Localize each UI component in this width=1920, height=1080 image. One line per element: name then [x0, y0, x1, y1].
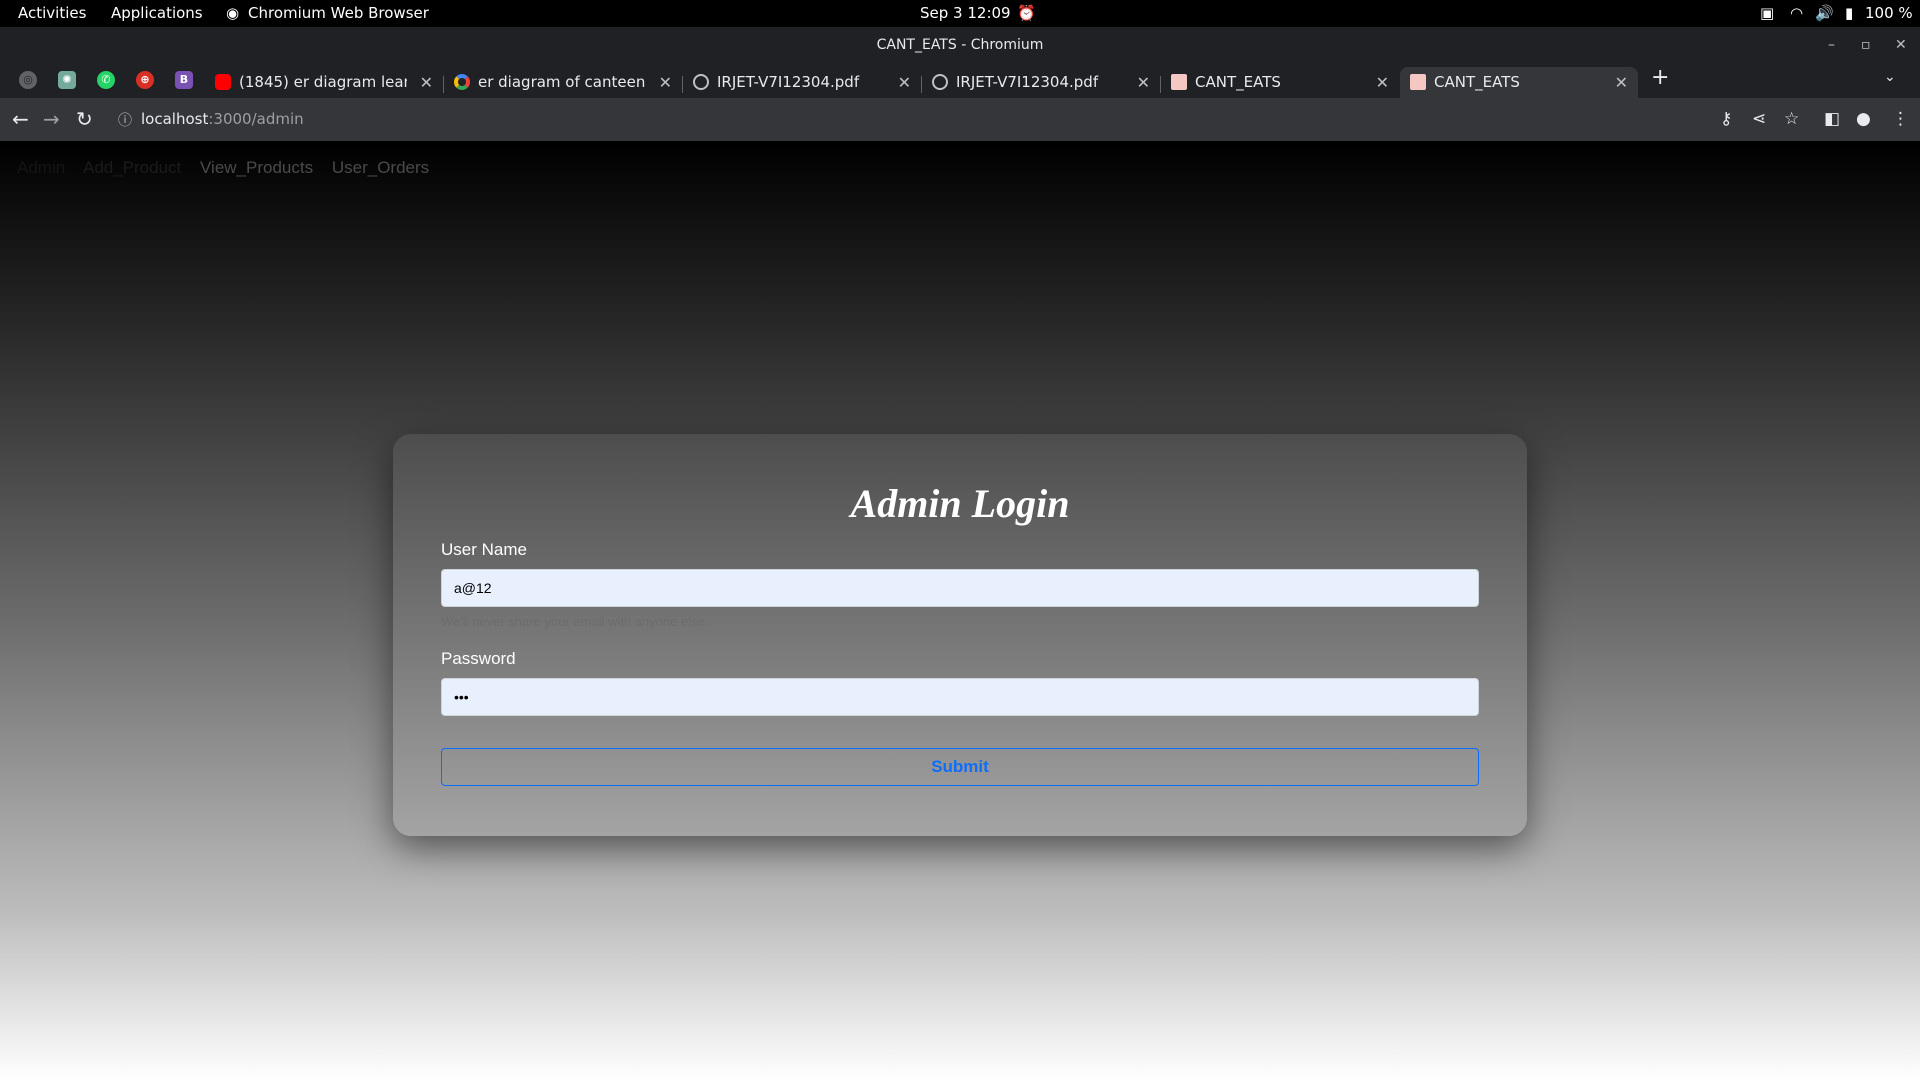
clock[interactable]: Sep 3 12:09 — [920, 4, 1011, 22]
pinned-tab-globe-icon[interactable]: ◎ — [19, 71, 37, 89]
alarm-icon: ⏰ — [1017, 4, 1036, 22]
tab-search-chevron-icon[interactable]: ⌄ — [1884, 69, 1896, 85]
toolbar: ← → ↻ ⓘ localhost:3000/admin ⚷ ⋖ ☆ ◧ ● ⋮ — [0, 98, 1920, 141]
profile-icon[interactable]: ● — [1856, 108, 1871, 130]
youtube-icon — [215, 74, 231, 90]
tab-youtube[interactable]: (1845) er diagram learning ✕ — [205, 67, 443, 98]
wifi-icon[interactable]: ◠ — [1790, 4, 1803, 22]
password-input[interactable] — [441, 678, 1479, 716]
tab-pdf-1[interactable]: IRJET-V7I12304.pdf ✕ — [683, 67, 921, 98]
tab-title: er diagram of canteen ma — [478, 73, 646, 91]
email-help-text: We'll never share your email with anyone… — [441, 614, 709, 629]
nav-add-product[interactable]: Add_Product — [83, 158, 181, 177]
tab-title: (1845) er diagram learning — [239, 73, 407, 91]
tab-strip: ◎ ✺ ✆ ⊕ B (1845) er diagram learning ✕ e… — [0, 63, 1920, 98]
minimize-icon[interactable]: – — [1828, 27, 1835, 63]
window-title: CANT_EATS - Chromium — [876, 37, 1044, 53]
system-top-bar: Activities Applications ◉ Chromium Web B… — [0, 0, 1920, 27]
app-navbar: Admin Add_Product View_Products User_Ord… — [17, 158, 443, 178]
tab-close-icon[interactable]: ✕ — [1376, 67, 1389, 98]
nav-admin[interactable]: Admin — [17, 158, 65, 177]
tab-pdf-2[interactable]: IRJET-V7I12304.pdf ✕ — [922, 67, 1160, 98]
reload-icon[interactable]: ↻ — [76, 107, 93, 131]
pinned-tab-chatgpt-icon[interactable]: ✺ — [58, 71, 76, 89]
forward-icon[interactable]: → — [43, 107, 60, 131]
menu-kebab-icon[interactable]: ⋮ — [1892, 108, 1909, 130]
tab-close-icon[interactable]: ✕ — [898, 67, 911, 98]
tab-close-icon[interactable]: ✕ — [1615, 67, 1628, 98]
login-card: Admin Login User Name We'll never share … — [393, 434, 1527, 836]
share-icon[interactable]: ⋖ — [1752, 108, 1766, 130]
tab-title: IRJET-V7I12304.pdf — [717, 73, 860, 91]
address-bar[interactable]: localhost:3000/admin — [141, 110, 304, 128]
pinned-tab-bootstrap-icon[interactable]: B — [175, 71, 193, 89]
submit-button[interactable]: Submit — [441, 748, 1479, 786]
battery-percent: 100 % — [1865, 4, 1913, 22]
tab-close-icon[interactable]: ✕ — [420, 67, 433, 98]
restore-icon[interactable]: ▫ — [1861, 27, 1871, 63]
back-icon[interactable]: ← — [12, 107, 29, 131]
tab-close-icon[interactable]: ✕ — [1137, 67, 1150, 98]
globe-icon — [693, 74, 709, 90]
username-label: User Name — [441, 540, 527, 559]
tab-title: CANT_EATS — [1434, 73, 1520, 91]
applications-menu[interactable]: Applications — [111, 4, 203, 22]
screen-cast-icon[interactable]: ▣ — [1760, 4, 1774, 22]
username-input[interactable] — [441, 569, 1479, 607]
url-path: :3000/admin — [208, 110, 304, 128]
tab-close-icon[interactable]: ✕ — [659, 67, 672, 98]
app-icon — [1410, 74, 1426, 90]
app-icon — [1171, 74, 1187, 90]
pinned-tab-lifesaver-icon[interactable]: ⊕ — [136, 71, 154, 89]
page-content: Admin Add_Product View_Products User_Ord… — [0, 141, 1920, 1080]
browser-chrome: CANT_EATS - Chromium – ▫ ✕ ◎ ✺ ✆ ⊕ B (18… — [0, 27, 1920, 141]
side-panel-icon[interactable]: ◧ — [1824, 108, 1840, 130]
site-info-icon[interactable]: ⓘ — [118, 110, 132, 130]
nav-view-products[interactable]: View_Products — [200, 158, 313, 177]
key-icon[interactable]: ⚷ — [1720, 108, 1732, 130]
bookmark-star-icon[interactable]: ☆ — [1784, 108, 1799, 130]
login-heading: Admin Login — [850, 481, 1070, 526]
tab-google-search[interactable]: er diagram of canteen ma ✕ — [444, 67, 682, 98]
volume-icon[interactable]: 🔊 — [1815, 4, 1834, 22]
activities-button[interactable]: Activities — [18, 4, 86, 22]
globe-icon — [932, 74, 948, 90]
password-label: Password — [441, 649, 516, 668]
close-window-icon[interactable]: ✕ — [1895, 27, 1907, 63]
app-menu-label[interactable]: Chromium Web Browser — [248, 4, 429, 22]
battery-icon[interactable]: ▮ — [1845, 4, 1853, 22]
tab-cant-eats-active[interactable]: CANT_EATS ✕ — [1400, 67, 1638, 98]
pinned-tab-whatsapp-icon[interactable]: ✆ — [97, 71, 115, 89]
google-icon — [454, 74, 470, 90]
tab-cant-eats-1[interactable]: CANT_EATS ✕ — [1161, 67, 1399, 98]
tab-title: IRJET-V7I12304.pdf — [956, 73, 1099, 91]
chromium-app-icon: ◉ — [226, 4, 240, 22]
url-host: localhost — [141, 110, 209, 128]
tab-title: CANT_EATS — [1195, 73, 1281, 91]
nav-user-orders[interactable]: User_Orders — [332, 158, 429, 177]
new-tab-icon[interactable]: + — [1651, 65, 1669, 90]
